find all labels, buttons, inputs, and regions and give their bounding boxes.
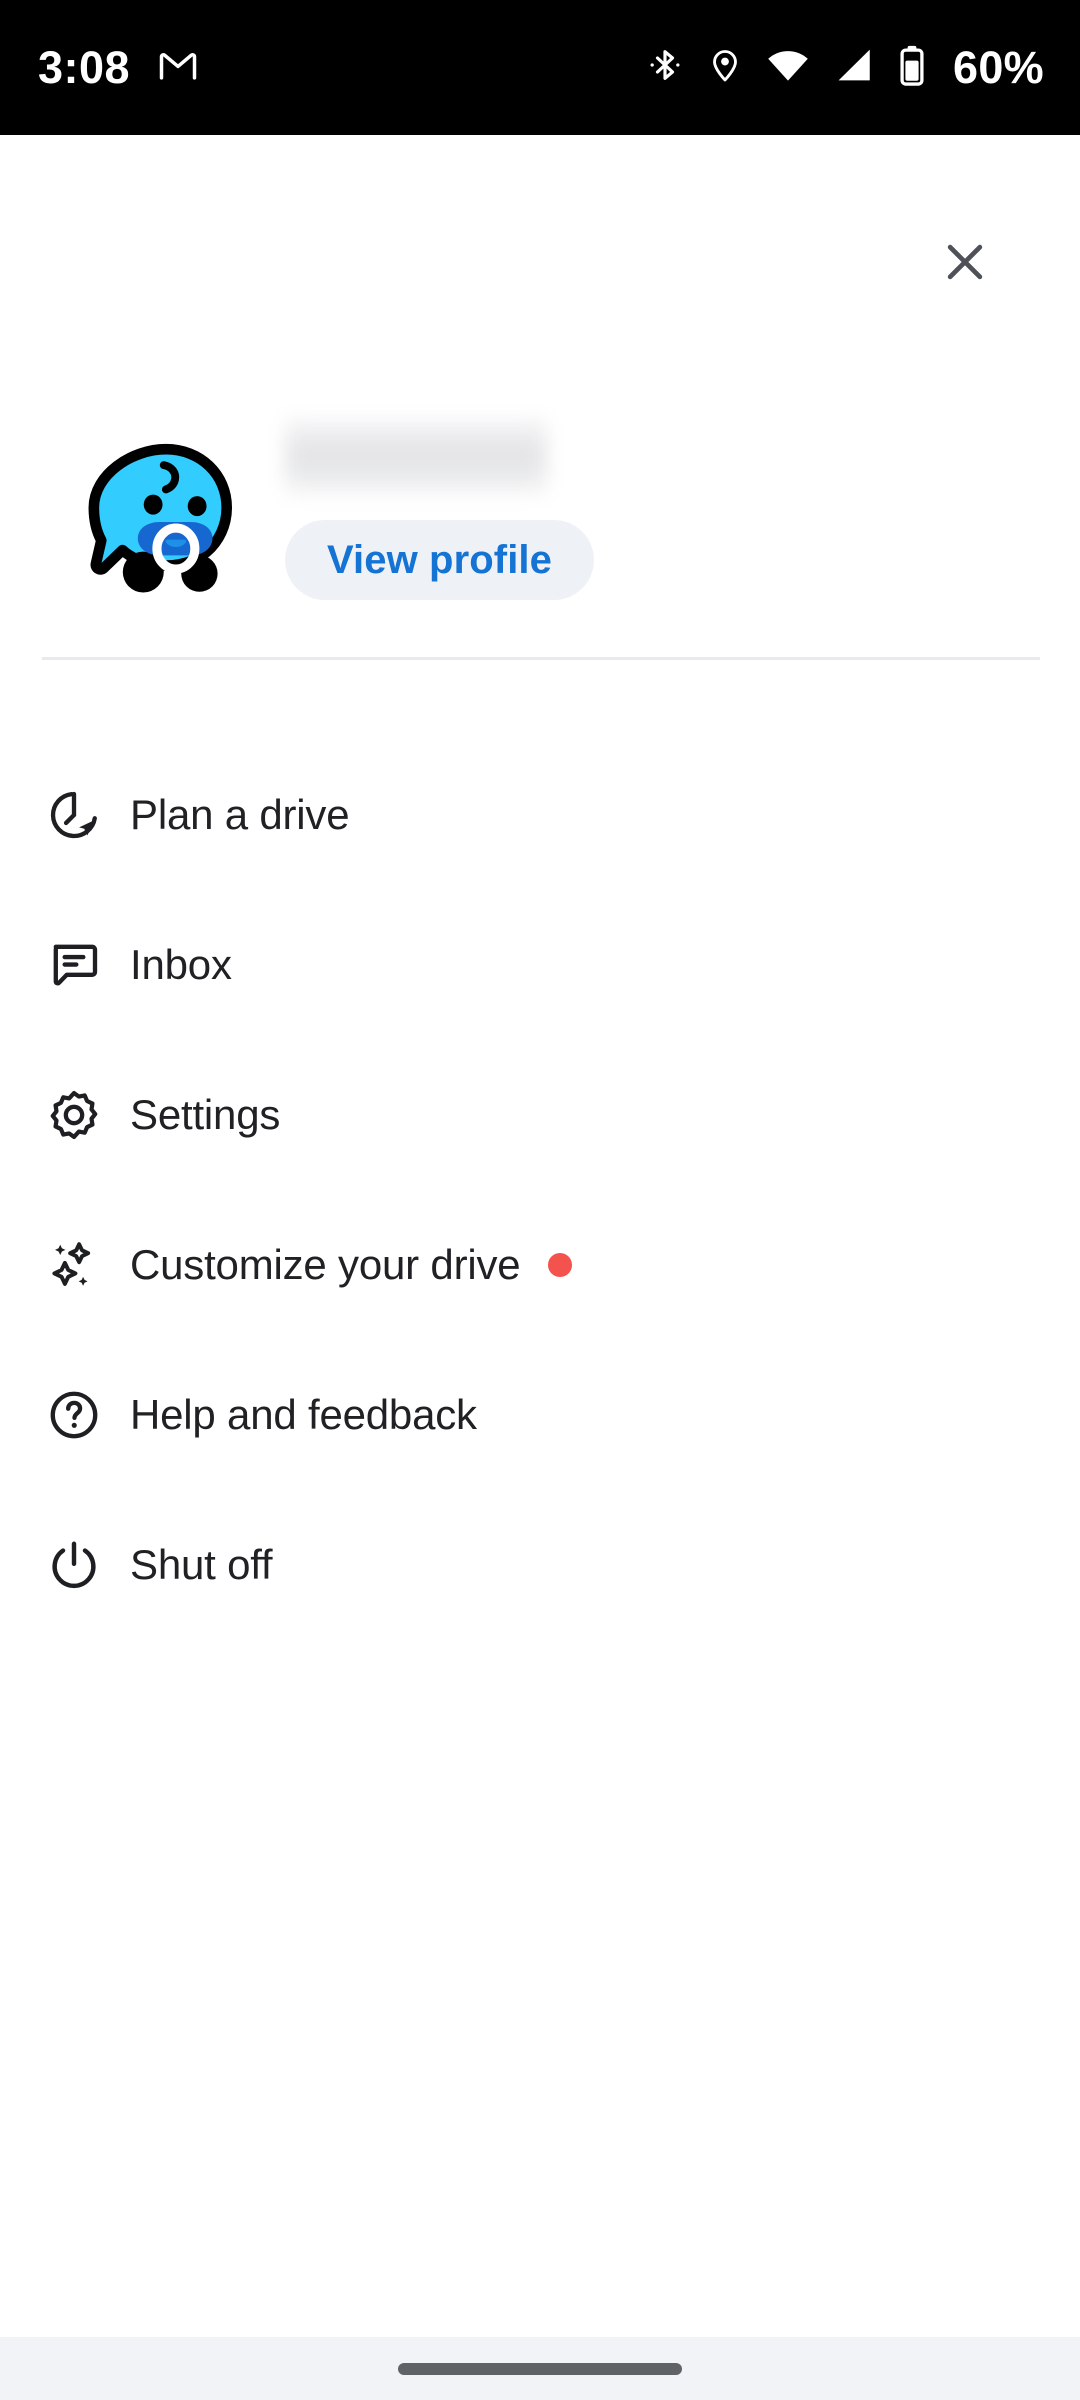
status-bar-left: 3:08 — [38, 43, 200, 92]
power-icon — [46, 1537, 102, 1593]
cellular-signal-icon — [833, 43, 875, 92]
avatar[interactable] — [72, 428, 254, 610]
status-bar: 3:08 60% — [0, 0, 1080, 135]
question-circle-icon — [46, 1387, 102, 1443]
menu-item-plan-a-drive[interactable]: Plan a drive — [0, 740, 1080, 890]
battery-percent-label: 60% — [953, 42, 1044, 93]
gesture-home-handle[interactable] — [398, 2362, 682, 2375]
divider — [42, 657, 1040, 660]
sparkles-icon — [46, 1237, 102, 1293]
clock-navigation-icon — [46, 787, 102, 843]
status-badge — [548, 1253, 573, 1277]
menu-item-label: Help and feedback — [130, 1391, 477, 1438]
waze-side-menu-screen: 3:08 60% View profile Plan a drive Inbox… — [0, 0, 1080, 2400]
status-clock: 3:08 — [38, 42, 131, 93]
battery-icon — [897, 43, 927, 92]
username-blurred — [285, 418, 547, 496]
menu-item-settings[interactable]: Settings — [0, 1040, 1080, 1190]
menu-item-label: Customize your drive — [130, 1241, 521, 1288]
menu-item-shut-off[interactable]: Shut off — [0, 1490, 1080, 1640]
message-bubble-icon — [46, 937, 102, 993]
close-icon — [938, 235, 992, 292]
menu-item-inbox[interactable]: Inbox — [0, 890, 1080, 1040]
gear-icon — [46, 1087, 102, 1143]
profile-section: View profile — [0, 418, 1080, 628]
view-profile-button[interactable]: View profile — [285, 520, 594, 600]
bluetooth-icon — [645, 43, 685, 92]
waze-baby-mood-avatar-icon — [72, 443, 254, 614]
profile-details: View profile — [285, 418, 594, 600]
menu-item-label: Settings — [130, 1091, 281, 1138]
close-button[interactable] — [915, 213, 1015, 313]
menu-item-label: Shut off — [130, 1541, 273, 1588]
menu-item-customize-your-drive[interactable]: Customize your drive — [0, 1190, 1080, 1340]
menu-item-label: Plan a drive — [130, 791, 350, 838]
gmail-icon — [156, 43, 200, 92]
status-bar-right: 60% — [645, 43, 1044, 92]
menu-item-help-and-feedback[interactable]: Help and feedback — [0, 1340, 1080, 1490]
wifi-icon — [765, 43, 811, 92]
menu-item-label: Inbox — [130, 941, 232, 988]
system-navigation-bar — [0, 2337, 1080, 2400]
location-pin-icon — [707, 43, 743, 92]
main-menu: Plan a drive Inbox Settings Customize yo… — [0, 740, 1080, 1640]
